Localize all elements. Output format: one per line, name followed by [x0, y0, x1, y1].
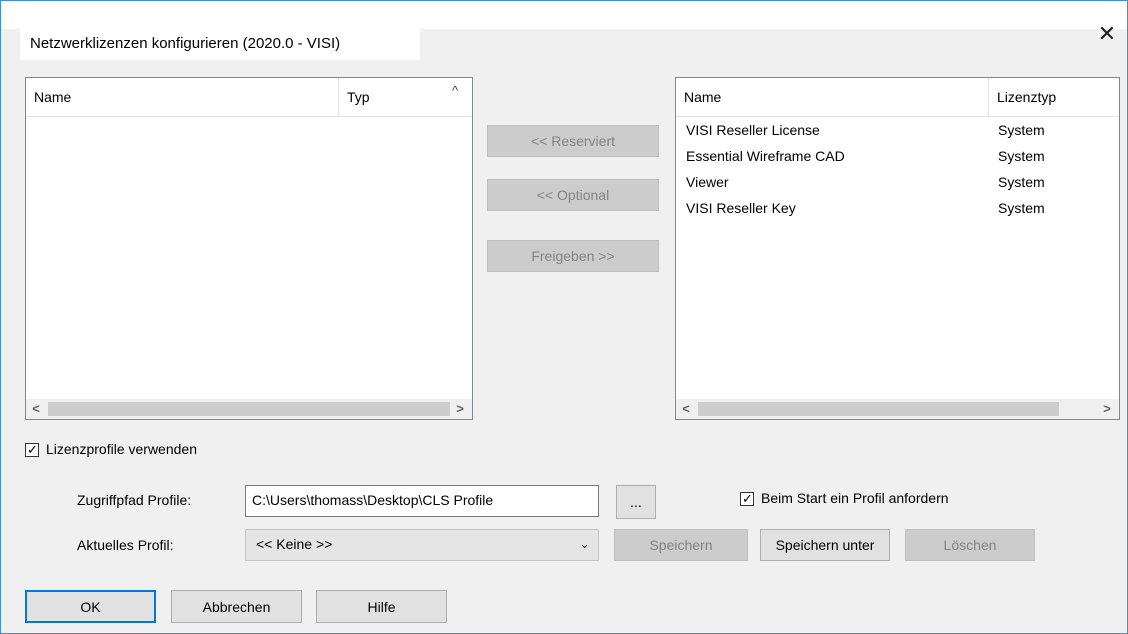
license-name: Essential Wireframe CAD	[686, 148, 845, 164]
use-profiles-checkbox[interactable]: ✓	[25, 442, 39, 457]
license-name: VISI Reseller Key	[686, 200, 796, 216]
scroll-left-icon[interactable]: <	[676, 399, 696, 419]
scroll-thumb[interactable]	[698, 402, 1059, 416]
current-profile-select[interactable]: << Keine >> ⌄	[245, 529, 599, 561]
close-icon[interactable]: ✕	[1092, 22, 1122, 46]
reserve-button[interactable]: << Reserviert	[487, 125, 659, 157]
license-name: VISI Reseller License	[686, 122, 820, 138]
horizontal-scrollbar[interactable]: < >	[26, 399, 472, 419]
window-title: Netzwerklizenzen konfigurieren (2020.0 -…	[30, 35, 341, 52]
available-licenses-list[interactable]: Name Typ ^ < >	[25, 77, 473, 420]
list-item[interactable]: VISI Reseller License System	[676, 117, 1119, 143]
column-header-license-type[interactable]: Lizenztyp	[989, 78, 1109, 116]
current-profile-label: Aktuelles Profil:	[77, 537, 174, 553]
list-item[interactable]: Essential Wireframe CAD System	[676, 143, 1119, 169]
checkmark-icon: ✓	[742, 491, 753, 506]
profile-path-label: Zugriffpfad Profile:	[77, 492, 192, 508]
list-header: Name Lizenztyp	[676, 78, 1119, 117]
scroll-left-icon[interactable]: <	[26, 399, 46, 419]
license-name: Viewer	[686, 174, 729, 190]
license-type: System	[998, 122, 1045, 138]
request-on-start-label[interactable]: Beim Start ein Profil anfordern	[761, 490, 949, 506]
use-profiles-label[interactable]: Lizenzprofile verwenden	[46, 441, 197, 457]
help-button[interactable]: Hilfe	[316, 590, 447, 623]
license-type: System	[998, 148, 1045, 164]
release-button[interactable]: Freigeben >>	[487, 240, 659, 272]
scroll-thumb[interactable]	[48, 402, 450, 416]
scroll-right-icon[interactable]: >	[1097, 399, 1117, 419]
ok-button[interactable]: OK	[25, 590, 156, 623]
column-header-name[interactable]: Name	[26, 78, 339, 116]
scroll-right-icon[interactable]: >	[450, 399, 470, 419]
cancel-button[interactable]: Abbrechen	[171, 590, 302, 623]
chevron-down-icon: ⌄	[579, 536, 590, 551]
list-item[interactable]: Viewer System	[676, 169, 1119, 195]
scroll-up-icon[interactable]: ^	[446, 80, 464, 100]
delete-button[interactable]: Löschen	[905, 529, 1035, 561]
column-header-type[interactable]: Typ	[339, 78, 439, 116]
license-list[interactable]: Name Lizenztyp VISI Reseller License Sys…	[675, 77, 1120, 420]
request-on-start-checkbox[interactable]: ✓	[740, 491, 754, 506]
license-type: System	[998, 174, 1045, 190]
current-profile-value: << Keine >>	[256, 536, 333, 552]
list-item[interactable]: VISI Reseller Key System	[676, 195, 1119, 221]
save-as-button[interactable]: Speichern unter	[760, 529, 890, 561]
save-button[interactable]: Speichern	[614, 529, 748, 561]
profile-path-input[interactable]: C:\Users\thomass\Desktop\CLS Profile	[245, 485, 599, 517]
optional-button[interactable]: << Optional	[487, 179, 659, 211]
license-type: System	[998, 200, 1045, 216]
list-header: Name Typ	[26, 78, 472, 117]
checkmark-icon: ✓	[27, 442, 38, 457]
horizontal-scrollbar[interactable]: < >	[676, 399, 1119, 419]
browse-button[interactable]: ...	[616, 485, 656, 519]
column-header-name[interactable]: Name	[676, 78, 989, 116]
title-bar	[1, 1, 1127, 29]
